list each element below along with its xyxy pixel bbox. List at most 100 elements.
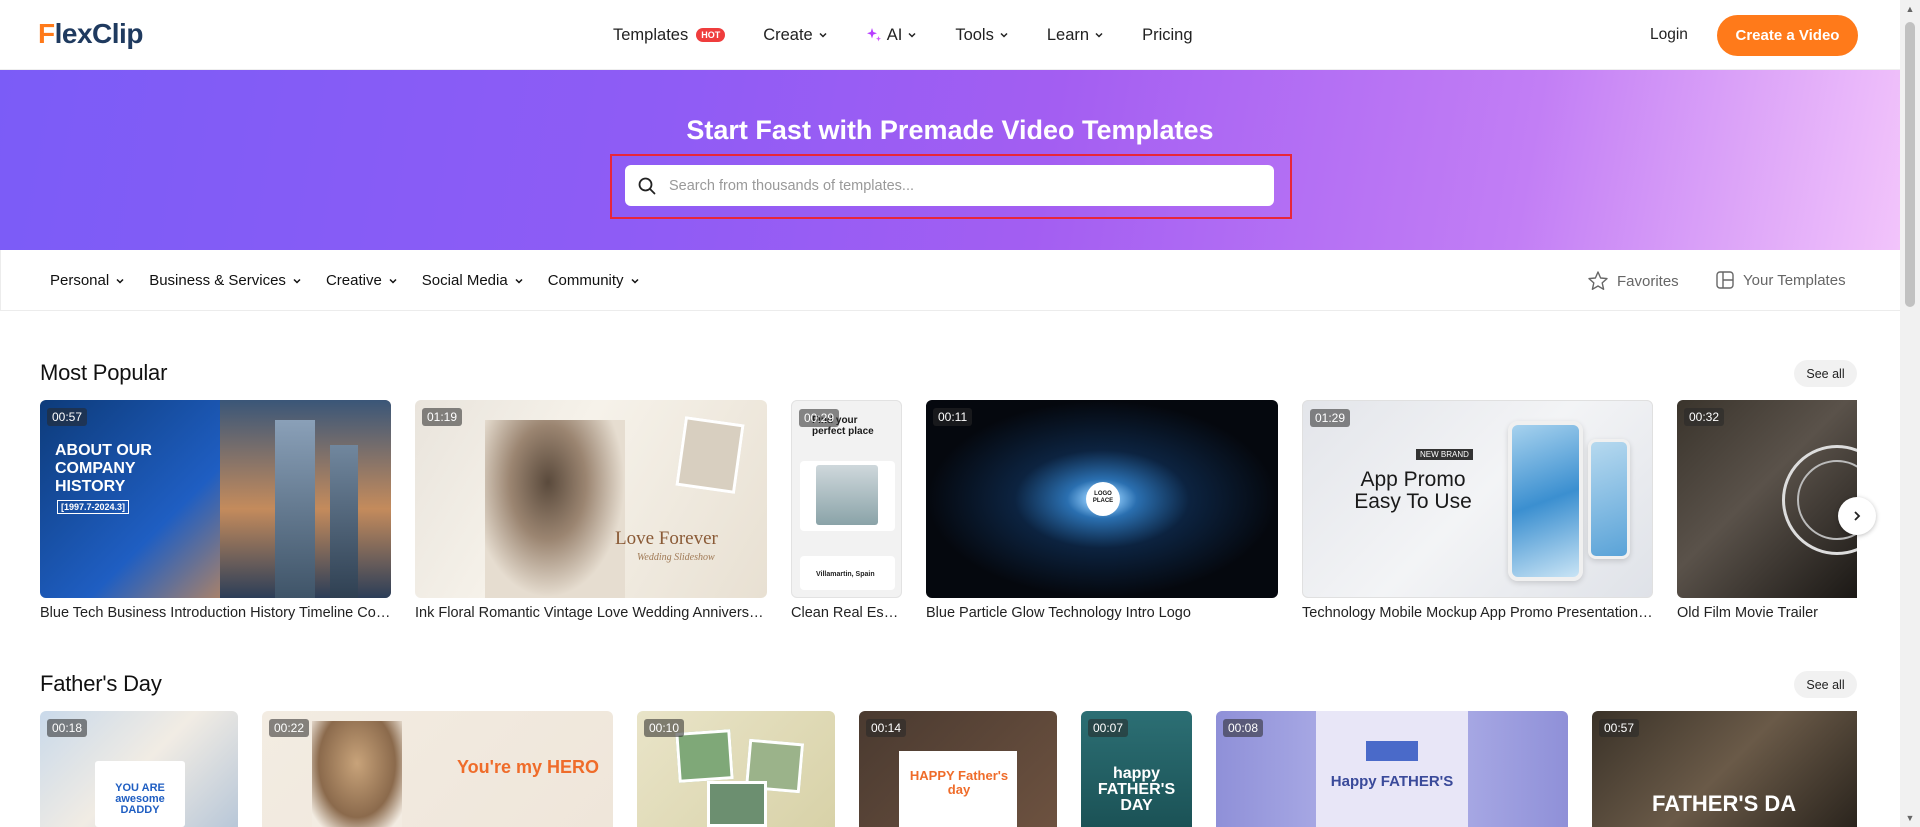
chevron-down-icon [1000, 32, 1008, 38]
card-title[interactable]: Technology Mobile Mockup App Promo Prese… [1302, 605, 1653, 621]
nav-tools-label: Tools [955, 25, 994, 44]
chevron-down-icon [389, 278, 397, 284]
category-label: Community [547, 272, 624, 289]
card-title[interactable]: Blue Tech Business Introduction History … [40, 605, 391, 621]
duration-badge: 00:18 [47, 719, 88, 737]
template-card[interactable]: You're my HERO 00:22 [262, 711, 613, 827]
duration-badge: 01:19 [422, 408, 463, 426]
template-card[interactable]: YOU ARE awesome DADDY 00:18 [40, 711, 238, 827]
card-art-subtext: NEW BRAND [1416, 449, 1473, 460]
category-label: Social Media [421, 272, 508, 289]
chevron-down-icon [1095, 32, 1103, 38]
card-art-text: You're my HERO [457, 757, 599, 777]
category-business-services[interactable]: Business & Services [149, 272, 302, 289]
card-title[interactable]: Old Film Movie Trailer [1677, 605, 1857, 621]
card-art-text: HAPPY Father's day [909, 768, 1009, 797]
top-header: FlexClip Templates HOT Create AI Tools L… [0, 0, 1900, 70]
template-card[interactable]: 00:10 [637, 711, 835, 827]
card-title[interactable]: Clean Real Estat... [791, 605, 902, 621]
nav-templates[interactable]: Templates HOT [613, 25, 726, 45]
template-card[interactable]: FATHER'S DA 00:57 [1592, 711, 1857, 827]
duration-badge: 00:14 [866, 719, 907, 737]
category-creative[interactable]: Creative [326, 272, 398, 289]
your-templates-link[interactable]: Your Templates [1715, 270, 1846, 290]
nav-tools[interactable]: Tools [955, 26, 1009, 45]
card-art-subtext: Wedding Slideshow [637, 552, 715, 563]
nav-learn-label: Learn [1046, 25, 1090, 44]
card-art-text: LOGO PLACE [1092, 491, 1114, 504]
carousel-next-button[interactable] [1838, 497, 1876, 535]
card-title[interactable]: Ink Floral Romantic Vintage Love Wedding… [415, 605, 767, 621]
card-art-text: FATHER'S DA [1652, 791, 1797, 816]
template-card[interactable]: ABOUT OUR COMPANY HISTORY [1997.7-2024.3… [40, 400, 391, 598]
duration-badge: 00:08 [1223, 719, 1264, 737]
logo-text: lexClip [54, 18, 144, 49]
chevron-down-icon [515, 278, 523, 284]
hot-badge: HOT [696, 28, 726, 42]
nav-ai[interactable]: AI [866, 26, 918, 45]
duration-badge: 00:32 [1684, 408, 1725, 426]
flexclip-logo[interactable]: FlexClip [38, 18, 143, 50]
template-card[interactable]: HAPPY Father's day 00:14 [859, 711, 1057, 827]
duration-badge: 00:10 [644, 719, 685, 737]
template-card[interactable]: happy FATHER'S DAY 00:07 [1081, 711, 1192, 827]
chevron-right-icon [1854, 511, 1861, 521]
card-art-text: App Promo Easy To Use [1354, 468, 1472, 513]
nav-pricing[interactable]: Pricing [1142, 26, 1192, 45]
scroll-down-icon[interactable]: ▼ [1905, 813, 1915, 823]
card-art-subtext: Villamartin, Spain [816, 571, 875, 578]
template-card[interactable]: Love Forever Wedding Slideshow 01:19 [415, 400, 767, 598]
favorites-link[interactable]: Favorites [1587, 270, 1679, 292]
duration-badge: 00:07 [1088, 719, 1129, 737]
main-nav: Templates HOT Create AI Tools Learn Pric… [613, 0, 1193, 70]
section-title-fathers-day: Father's Day [40, 671, 162, 696]
template-card[interactable]: NEW BRAND App Promo Easy To Use 01:29 [1302, 400, 1653, 598]
duration-badge: 00:29 [799, 409, 840, 427]
duration-badge: 00:11 [933, 408, 973, 426]
card-art-text: happy FATHER'S DAY [1097, 765, 1176, 814]
create-video-button[interactable]: Create a Video [1717, 15, 1858, 56]
your-templates-label: Your Templates [1743, 271, 1846, 289]
chevron-down-icon [116, 278, 124, 284]
chevron-down-icon [908, 32, 916, 38]
star-icon [1588, 271, 1608, 290]
nav-templates-label: Templates [613, 25, 689, 44]
duration-badge: 00:22 [269, 719, 310, 737]
template-card[interactable]: LOGO PLACE 00:11 [926, 400, 1278, 598]
card-art-text: Happy FATHER'S [1330, 773, 1454, 790]
category-bar: Personal Business & Services Creative So… [0, 250, 1900, 311]
duration-badge: 00:57 [47, 408, 88, 426]
search-input[interactable] [669, 177, 1249, 194]
nav-ai-label: AI [886, 25, 903, 44]
see-all-button[interactable]: See all [1794, 360, 1857, 387]
card-art-subtext: [1997.7-2024.3] [57, 500, 130, 514]
card-art-text: YOU ARE awesome DADDY [115, 782, 165, 816]
see-all-button[interactable]: See all [1794, 671, 1857, 698]
template-card[interactable]: Find your perfect place Villamartin, Spa… [791, 400, 902, 598]
chevron-down-icon [293, 278, 301, 284]
search-box[interactable] [625, 165, 1274, 206]
nav-create[interactable]: Create [763, 26, 828, 45]
nav-create-label: Create [763, 25, 813, 44]
category-community[interactable]: Community [548, 272, 640, 289]
category-personal[interactable]: Personal [50, 272, 125, 289]
section-title-most-popular: Most Popular [40, 360, 168, 385]
page-scrollbar[interactable]: ▲ ▼ [1900, 0, 1920, 827]
duration-badge: 01:29 [1310, 409, 1351, 427]
scroll-up-icon[interactable]: ▲ [1905, 4, 1915, 14]
category-label: Personal [50, 272, 110, 289]
card-title[interactable]: Blue Particle Glow Technology Intro Logo [926, 605, 1278, 621]
category-social-media[interactable]: Social Media [422, 272, 524, 289]
template-card[interactable]: Happy FATHER'S 00:08 [1216, 711, 1568, 827]
template-card[interactable]: 00:32 [1677, 400, 1857, 598]
template-layout-icon [1716, 271, 1734, 289]
chevron-down-icon [819, 32, 827, 38]
login-link[interactable]: Login [1650, 26, 1688, 44]
card-art-text: ABOUT OUR COMPANY HISTORY [55, 442, 152, 495]
favorites-label: Favorites [1617, 272, 1679, 290]
nav-learn[interactable]: Learn [1047, 26, 1104, 45]
hero-title: Start Fast with Premade Video Templates [686, 115, 1214, 145]
scrollbar-thumb[interactable] [1905, 22, 1915, 307]
sparkle-icon [866, 28, 881, 42]
nav-pricing-label: Pricing [1142, 25, 1193, 44]
